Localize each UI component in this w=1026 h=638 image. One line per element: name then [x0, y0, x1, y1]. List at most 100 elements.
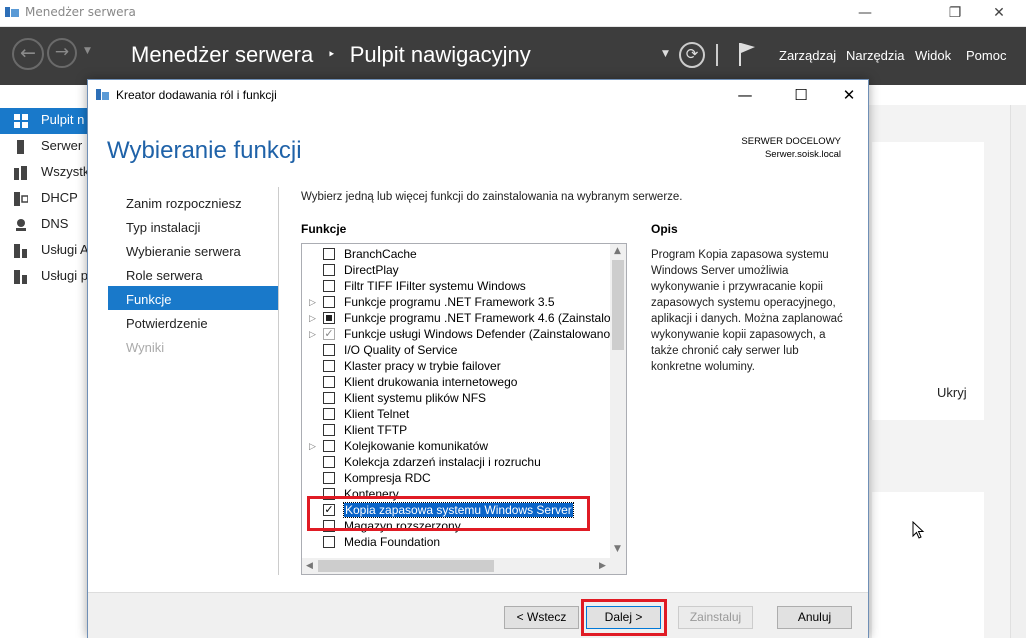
- feature-row[interactable]: ▷ Funkcje programu .NET Framework 4.6 (Za…: [302, 311, 619, 327]
- main-scrollbar[interactable]: [1010, 105, 1026, 638]
- scroll-up-icon[interactable]: ▲: [614, 246, 621, 256]
- menu-tools[interactable]: Narzędzia: [846, 48, 905, 63]
- feature-row[interactable]: Kolekcja zdarzeń instalacji i rozruchu: [302, 455, 612, 471]
- main-window-title: Menedżer serwera: [25, 5, 136, 19]
- notifications-flag-icon[interactable]: [737, 41, 757, 67]
- wizard-maximize-button[interactable]: ☐: [778, 80, 824, 110]
- forward-arrow-icon[interactable]: →: [47, 38, 77, 68]
- feature-row[interactable]: ▷ ✓ Funkcje usługi Windows Defender (Zains…: [302, 327, 614, 343]
- minimize-button[interactable]: —: [842, 0, 888, 26]
- feature-checkbox[interactable]: [323, 424, 335, 436]
- scroll-down-icon[interactable]: ▼: [614, 544, 621, 554]
- nav-item-dashboard[interactable]: Pulpit n: [0, 108, 88, 134]
- menu-view[interactable]: Widok: [915, 48, 951, 63]
- step-server-selection[interactable]: Wybieranie serwera: [126, 244, 241, 259]
- scroll-left-icon[interactable]: ◀: [306, 561, 313, 571]
- feature-label: Funkcje programu .NET Framework 4.6 (Zai…: [344, 311, 620, 325]
- step-installation-type[interactable]: Typ instalacji: [126, 220, 200, 235]
- history-dropdown-icon[interactable]: ▼: [84, 46, 91, 56]
- breadcrumb-root[interactable]: Menedżer serwera: [131, 42, 313, 67]
- feature-checkbox[interactable]: [323, 472, 335, 484]
- feature-row[interactable]: DirectPlay: [302, 263, 612, 279]
- feature-row[interactable]: Filtr TIFF IFilter systemu Windows: [302, 279, 612, 295]
- feature-checkbox[interactable]: [323, 296, 335, 308]
- dropdown-chevron-icon[interactable]: ▼: [662, 49, 669, 59]
- breadcrumb-page: Pulpit nawigacyjny: [349, 42, 531, 67]
- features-horizontal-scrollbar[interactable]: ◀ ▶: [302, 558, 626, 574]
- expand-arrow-icon[interactable]: ▷: [309, 441, 316, 452]
- step-server-roles[interactable]: Role serwera: [126, 268, 203, 283]
- wizard-title: Kreator dodawania ról i funkcji: [116, 88, 277, 102]
- breadcrumb-separator-icon: ‣: [327, 46, 336, 62]
- nav-item-file-services[interactable]: Usługi p: [0, 264, 88, 290]
- dhcp-icon: [14, 192, 28, 206]
- expand-arrow-icon[interactable]: ▷: [309, 297, 316, 308]
- features-vertical-scrollbar[interactable]: ▲ ▼: [610, 244, 626, 558]
- feature-checkbox[interactable]: [323, 536, 335, 548]
- install-button: Zainstaluj: [678, 606, 753, 629]
- feature-checkbox[interactable]: [323, 408, 335, 420]
- left-navigation: Pulpit n Serwer Wszystk DHCP DNS Usługi …: [0, 105, 89, 638]
- feature-row[interactable]: Klient drukowania internetowego: [302, 375, 612, 391]
- step-confirmation[interactable]: Potwierdzenie: [126, 316, 208, 331]
- close-button[interactable]: ✕: [976, 0, 1022, 26]
- wizard-close-button[interactable]: ✕: [826, 80, 872, 110]
- scroll-right-icon[interactable]: ▶: [599, 561, 606, 571]
- cancel-button[interactable]: Anuluj: [777, 606, 852, 629]
- header-divider: [716, 44, 718, 66]
- back-button[interactable]: < Wstecz: [504, 606, 579, 629]
- feature-checkbox[interactable]: [323, 392, 335, 404]
- hide-link[interactable]: Ukryj: [937, 385, 967, 400]
- nav-item-all-servers[interactable]: Wszystk: [0, 160, 89, 186]
- feature-row[interactable]: Klient TFTP: [302, 423, 612, 439]
- scroll-thumb[interactable]: [318, 560, 494, 572]
- refresh-icon[interactable]: ⟳: [679, 42, 705, 68]
- feature-checkbox[interactable]: [323, 248, 335, 260]
- destination-server-label: SERWER DOCELOWY: [741, 136, 841, 147]
- feature-checkbox[interactable]: [323, 280, 335, 292]
- dashboard-icon: [14, 114, 28, 128]
- dashboard-tile: [872, 492, 984, 638]
- servers-icon: [14, 166, 27, 180]
- dns-icon: [16, 219, 26, 231]
- wizard-minimize-button[interactable]: —: [722, 80, 768, 110]
- server-manager-header: ← → ▼ Menedżer serwera ‣ Pulpit nawigacy…: [0, 27, 1026, 85]
- feature-checkbox[interactable]: [323, 376, 335, 388]
- nav-item-dns[interactable]: DNS: [0, 212, 88, 238]
- feature-row[interactable]: Media Foundation: [302, 535, 612, 551]
- feature-label: Klient drukowania internetowego: [344, 375, 518, 389]
- feature-row[interactable]: I/O Quality of Service: [302, 343, 612, 359]
- nav-item-local-server[interactable]: Serwer: [0, 134, 88, 160]
- feature-checkbox[interactable]: [323, 344, 335, 356]
- expand-arrow-icon[interactable]: ▷: [309, 313, 316, 324]
- feature-row[interactable]: ▷ Funkcje programu .NET Framework 3.5: [302, 295, 612, 311]
- feature-description: Program Kopia zapasowa systemu Windows S…: [651, 249, 843, 373]
- feature-row[interactable]: Klaster pracy w trybie failover: [302, 359, 612, 375]
- feature-label: Klaster pracy w trybie failover: [344, 359, 501, 373]
- feature-row[interactable]: Klient systemu plików NFS: [302, 391, 612, 407]
- step-features[interactable]: Funkcje: [126, 292, 172, 307]
- step-results: Wyniki: [126, 340, 165, 355]
- step-before-you-begin[interactable]: Zanim rozpoczniesz: [126, 196, 242, 211]
- feature-checkbox[interactable]: [323, 440, 335, 452]
- back-arrow-icon[interactable]: ←: [12, 38, 44, 70]
- menu-manage[interactable]: Zarządzaj: [779, 48, 836, 63]
- server-manager-app-icon: [5, 7, 19, 17]
- feature-row[interactable]: BranchCache: [302, 247, 612, 263]
- feature-checkbox[interactable]: [323, 456, 335, 468]
- menu-help[interactable]: Pomoc: [966, 48, 1006, 63]
- nav-item-ad-services[interactable]: Usługi A: [0, 238, 89, 264]
- feature-row[interactable]: ▷ Kolejkowanie komunikatów: [302, 439, 612, 455]
- scroll-thumb[interactable]: [612, 260, 624, 350]
- feature-checkbox[interactable]: [323, 360, 335, 372]
- feature-row[interactable]: Klient Telnet: [302, 407, 612, 423]
- breadcrumb: Menedżer serwera ‣ Pulpit nawigacyjny: [131, 42, 531, 68]
- expand-arrow-icon[interactable]: ▷: [309, 329, 316, 340]
- feature-checkbox[interactable]: ✓: [323, 328, 335, 340]
- feature-checkbox[interactable]: [323, 312, 335, 324]
- feature-checkbox[interactable]: [323, 264, 335, 276]
- feature-label: Filtr TIFF IFilter systemu Windows: [344, 279, 526, 293]
- feature-row[interactable]: Kompresja RDC: [302, 471, 612, 487]
- restore-button[interactable]: ❐: [932, 0, 978, 26]
- nav-item-dhcp[interactable]: DHCP: [0, 186, 88, 212]
